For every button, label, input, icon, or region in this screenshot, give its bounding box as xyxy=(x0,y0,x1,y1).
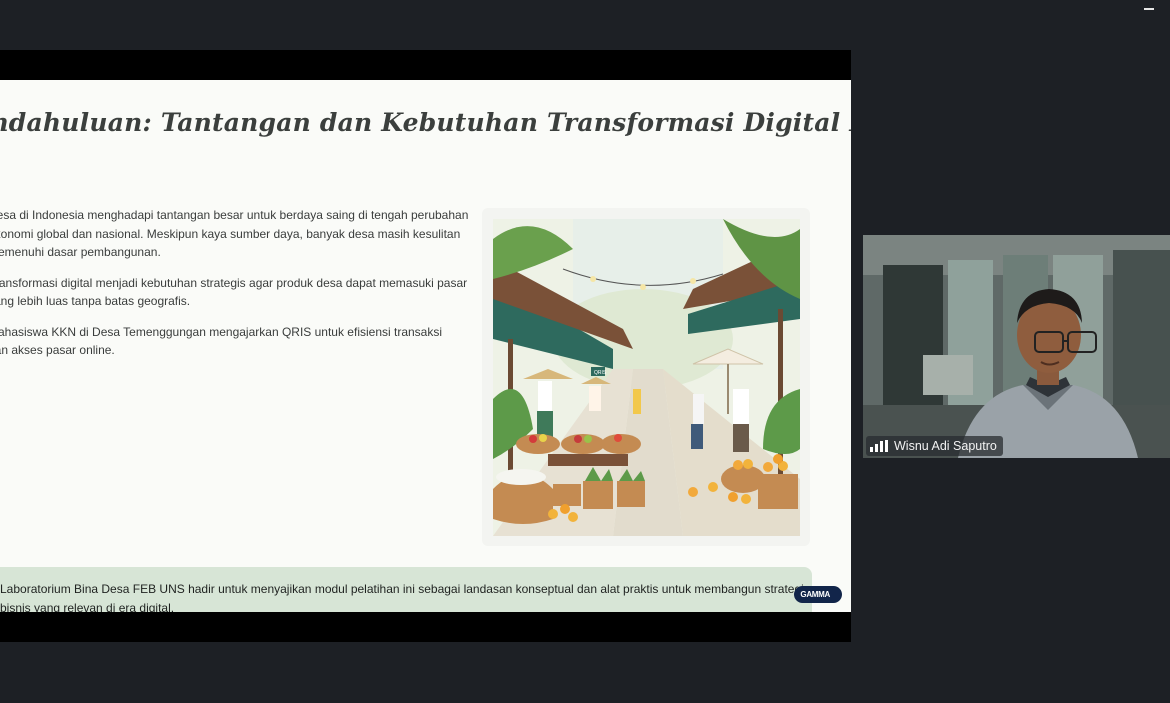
participant-video-tile[interactable]: Wisnu Adi Saputro xyxy=(863,235,1170,458)
bullet-line: Desa di Indonesia menghadapi tantangan b… xyxy=(0,208,469,222)
callout-line: Laboratorium Bina Desa FEB UNS hadir unt… xyxy=(0,582,804,596)
bullet-line: yang lebih luas tanpa batas geografis. xyxy=(0,294,191,308)
signal-bars-icon xyxy=(870,440,888,452)
presentation-slide: Pendahuluan: Tantangan dan Kebutuhan Tra… xyxy=(0,80,851,612)
bullet-item: Desa di Indonesia menghadapi tantangan b… xyxy=(0,206,469,262)
participant-name: Wisnu Adi Saputro xyxy=(894,439,997,453)
minimize-button[interactable] xyxy=(1142,2,1156,16)
bullet-item: Transformasi digital menjadi kebutuhan s… xyxy=(0,274,468,311)
village-market-illustration: QRIS xyxy=(493,219,800,536)
minimize-icon xyxy=(1144,8,1154,10)
screen-share-area: Pendahuluan: Tantangan dan Kebutuhan Tra… xyxy=(0,50,851,642)
bullet-item: Mahasiswa KKN di Desa Temenggungan menga… xyxy=(0,323,448,360)
participant-name-tag: Wisnu Adi Saputro xyxy=(866,436,1003,456)
gamma-logo[interactable]: GAMMA xyxy=(794,586,842,603)
bullet-line: Transformasi digital menjadi kebutuhan s… xyxy=(0,275,468,290)
bullet-line: Mahasiswa KKN di Desa Temenggungan menga… xyxy=(0,324,443,339)
slide-bullets: Desa di Indonesia menghadapi tantangan b… xyxy=(0,206,470,372)
qris-sign: QRIS xyxy=(594,370,607,376)
callout-box: Laboratorium Bina Desa FEB UNS hadir unt… xyxy=(0,567,812,612)
callout-line: bisnis yang relevan di era digital. xyxy=(0,600,175,613)
bullet-line: dan akses pasar online. xyxy=(0,343,115,357)
bullet-line: memenuhi dasar pembangunan. xyxy=(0,245,161,259)
bullet-line: ekonomi global dan nasional. Meskipun ka… xyxy=(0,226,461,241)
participant-video-feed xyxy=(863,235,1170,458)
slide-title: Pendahuluan: Tantangan dan Kebutuhan Tra… xyxy=(0,108,851,137)
